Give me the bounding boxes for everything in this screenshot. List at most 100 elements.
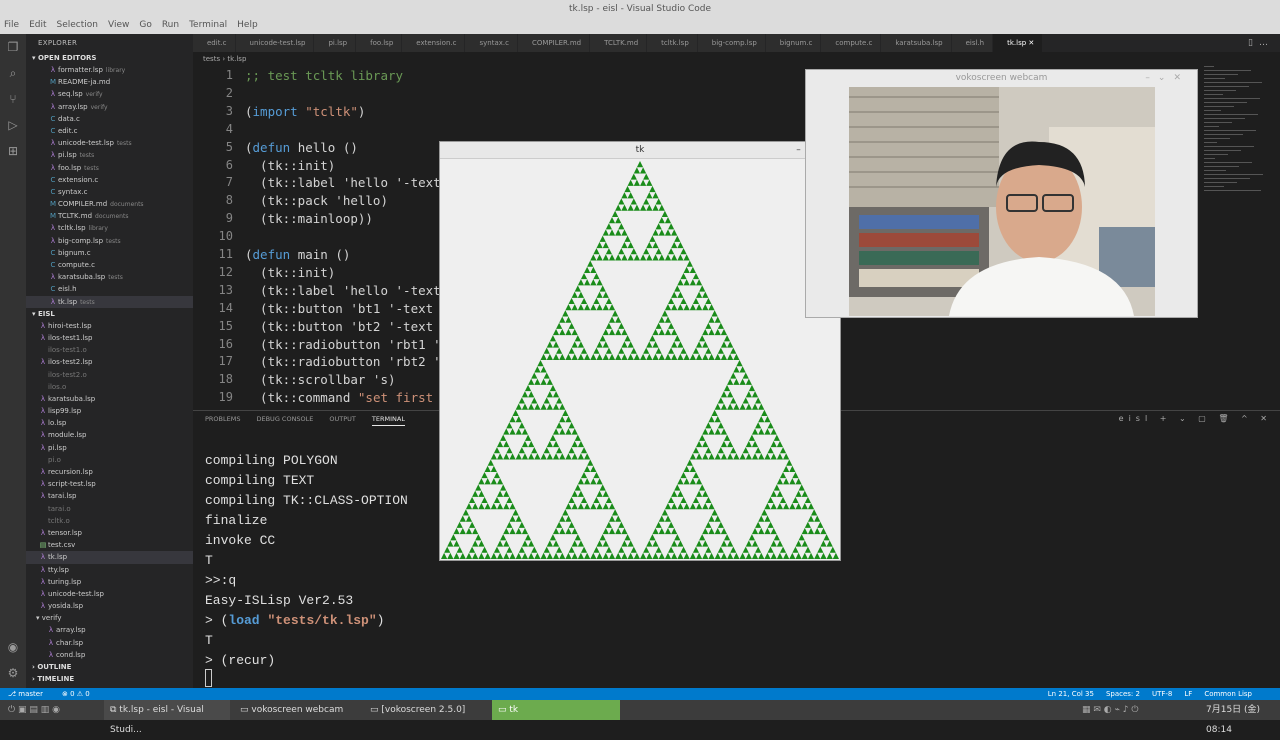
open-editor-item[interactable]: λ seq.lsp verify [26, 88, 193, 100]
task-tk[interactable]: ▭ tk [492, 700, 620, 720]
breadcrumb[interactable]: tests › tk.lsp [193, 52, 246, 66]
open-editor-item[interactable]: Cdata.c [26, 113, 193, 125]
editor-tab[interactable]: big-comp.lsp [697, 34, 766, 52]
file-item[interactable]: λ recursion.lsp [26, 466, 193, 478]
editor-tab[interactable]: syntax.c [465, 34, 518, 52]
task-vokoscreen[interactable]: ▭ [vokoscreen 2.5.0] [364, 700, 490, 720]
panel-tab-problems[interactable]: PROBLEMS [205, 415, 240, 426]
file-item[interactable]: λ yosida.lsp [26, 600, 193, 612]
editor-tab[interactable]: compute.c [821, 34, 882, 52]
cam-maximize-icon[interactable]: ⌄ [1158, 73, 1174, 83]
editor-tab[interactable]: TCLTK.md [590, 34, 648, 52]
clock[interactable]: 7月15日 (金) 08:14 [1200, 700, 1280, 735]
menu-selection[interactable]: Selection [57, 18, 98, 34]
menu-help[interactable]: Help [237, 18, 258, 34]
file-item[interactable]: λ turing.lsp [26, 576, 193, 588]
editor-tab[interactable]: tcltk.lsp [647, 34, 698, 52]
code-line[interactable]: (tk::radiobutton 'rbt2 '-te [245, 354, 463, 369]
code-line[interactable]: (tk::label 'hello '-text "h [245, 283, 463, 298]
status-item[interactable]: UTF-8 [1152, 688, 1172, 700]
open-editors-section[interactable]: ▾ OPEN EDITORS [26, 52, 193, 64]
code-line[interactable]: (tk::command "set first las [245, 390, 463, 405]
file-item[interactable]: ▤ test.csv [26, 539, 193, 551]
verify-file-item[interactable]: λ char.lsp [26, 637, 193, 649]
code-line[interactable]: (tk::pack 'hello) [245, 193, 388, 208]
file-item[interactable]: tcltk.o [26, 515, 193, 527]
panel-tab-terminal[interactable]: TERMINAL [371, 415, 405, 426]
file-item[interactable]: pi.o [26, 454, 193, 466]
menu-file[interactable]: File [4, 18, 19, 34]
code-line[interactable]: (tk::mainloop)) [245, 211, 373, 226]
verify-file-item[interactable]: λ cond.lsp [26, 649, 193, 661]
open-editor-item[interactable]: λ array.lsp verify [26, 101, 193, 113]
editor-tab[interactable]: edit.c [193, 34, 236, 52]
code-line[interactable]: (tk::button 'bt1 '-text "bu [245, 301, 463, 316]
open-editor-item[interactable]: M TCLTK.md documents [26, 210, 193, 222]
menu-go[interactable]: Go [139, 18, 151, 34]
extensions-icon[interactable]: ⊞ [0, 138, 26, 164]
file-item[interactable]: λ hiroi-test.lsp [26, 320, 193, 332]
manage-gear-icon[interactable]: ⚙ [0, 660, 26, 686]
file-item[interactable]: λ ilos-test1.lsp [26, 332, 193, 344]
explorer-icon[interactable]: ❐ [0, 34, 26, 60]
menu-run[interactable]: Run [162, 18, 179, 34]
cam-close-icon[interactable]: ✕ [1173, 73, 1189, 83]
code-line[interactable]: (defun main () [245, 247, 350, 262]
account-icon[interactable]: ◉ [0, 634, 26, 660]
menu-view[interactable]: View [108, 18, 129, 34]
open-editor-item[interactable]: λ unicode-test.lsp tests [26, 137, 193, 149]
open-editor-item[interactable]: λ foo.lsp tests [26, 162, 193, 174]
file-item[interactable]: λ karatsuba.lsp [26, 393, 193, 405]
editor-tab[interactable]: unicode-test.lsp [235, 34, 315, 52]
task-vscode[interactable]: ⧉ tk.lsp - eisl - Visual Studi... [104, 700, 230, 735]
file-item[interactable]: ilos.o [26, 381, 193, 393]
file-item[interactable]: ilos-test1.o [26, 344, 193, 356]
file-item[interactable]: λ lisp99.lsp [26, 405, 193, 417]
editor-tab[interactable]: bignum.c [765, 34, 822, 52]
timeline-section[interactable]: › TIMELINE [26, 673, 193, 685]
code-line[interactable]: (tk::label 'hello '-text "h [245, 175, 463, 190]
open-editor-item[interactable]: Ccompute.c [26, 259, 193, 271]
code-line[interactable]: (tk::scrollbar 's) [245, 372, 395, 387]
verify-folder[interactable]: ▾ verify [26, 612, 193, 624]
code-line[interactable]: (tk::init) [245, 158, 335, 173]
code-line[interactable]: (tk::radiobutton 'rbt1 '-te [245, 337, 463, 352]
code-line[interactable]: ;; test tcltk library [245, 68, 403, 83]
open-editor-item[interactable]: Cedit.c [26, 125, 193, 137]
status-item[interactable]: Common Lisp [1204, 688, 1252, 700]
panel-tab-output[interactable]: OUTPUT [329, 415, 356, 426]
file-item[interactable]: λ module.lsp [26, 429, 193, 441]
open-editor-item[interactable]: Csyntax.c [26, 186, 193, 198]
open-editor-item[interactable]: λ karatsuba.lsp tests [26, 271, 193, 283]
file-item[interactable]: λ lo.lsp [26, 417, 193, 429]
split-editor-icon[interactable]: ▯ [1248, 38, 1259, 48]
file-item[interactable]: λ tarai.lsp [26, 490, 193, 502]
file-item[interactable]: λ unicode-test.lsp [26, 588, 193, 600]
menu-edit[interactable]: Edit [29, 18, 46, 34]
menu-terminal[interactable]: Terminal [189, 18, 227, 34]
run-debug-icon[interactable]: ▷ [0, 112, 26, 138]
file-item[interactable]: λ tty.lsp [26, 564, 193, 576]
status-item[interactable]: Ln 21, Col 35 [1048, 688, 1094, 700]
tk-titlebar[interactable]: tk –⤢ [440, 142, 840, 159]
code-line[interactable]: (import "tcltk") [245, 104, 365, 119]
open-editor-item[interactable]: Cbignum.c [26, 247, 193, 259]
open-editor-item[interactable]: M COMPILER.md documents [26, 198, 193, 210]
open-editor-item[interactable]: λ tcltk.lsp library [26, 222, 193, 234]
open-editor-item[interactable]: λ tk.lsp tests [26, 295, 193, 308]
minimap[interactable] [1204, 66, 1274, 206]
editor-tab[interactable]: karatsuba.lsp [881, 34, 952, 52]
panel-tab-debug-console[interactable]: DEBUG CONSOLE [256, 415, 313, 426]
open-editor-item[interactable]: Cextension.c [26, 174, 193, 186]
file-item[interactable]: λ script-test.lsp [26, 478, 193, 490]
more-actions-icon[interactable]: … [1259, 38, 1274, 48]
editor-tab[interactable]: COMPILER.md [517, 34, 591, 52]
open-editor-item[interactable]: Ceisl.h [26, 283, 193, 295]
webcam-window[interactable]: vokoscreen webcam –⌄✕ [805, 69, 1198, 318]
outline-section[interactable]: › OUTLINE [26, 661, 193, 673]
problems-status[interactable]: ⊗ 0 ⚠ 0 [62, 688, 90, 700]
tab-close-icon[interactable]: ✕ [1026, 39, 1034, 47]
tk-window[interactable]: tk –⤢ [439, 141, 841, 561]
verify-file-item[interactable]: λ array.lsp [26, 624, 193, 636]
tray-icons[interactable]: ▦ ✉ ◐ ⌁ ♪ ⏻ [1076, 700, 1138, 720]
